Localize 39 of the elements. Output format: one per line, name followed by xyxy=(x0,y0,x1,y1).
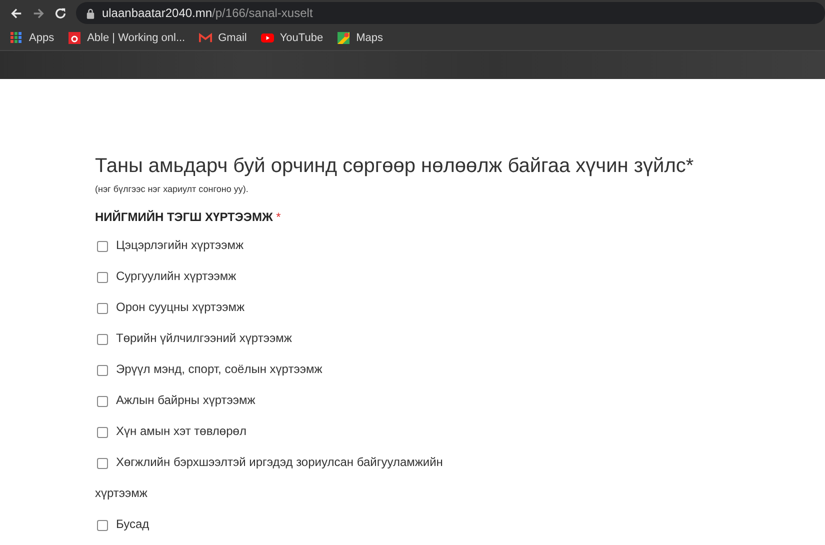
group-label: НИЙГМИЙН ТЭГШ ХҮРТЭЭМЖ xyxy=(95,210,273,224)
bookmark[interactable]: Able | Working onl... xyxy=(68,32,186,44)
option-label[interactable]: Хөгжлийн бэрхшээлтэй иргэдэд зориулсан байгууламжийн хүртээмж xyxy=(95,447,485,509)
checkbox[interactable] xyxy=(97,365,108,376)
checkbox[interactable] xyxy=(97,334,108,345)
bookmark[interactable]: YouTube xyxy=(260,32,324,44)
url-host: ulaanbaatar2040.mn xyxy=(102,6,212,20)
option-label[interactable]: Хүн амын хэт төвлөрөл xyxy=(95,416,485,447)
back-icon[interactable] xyxy=(10,6,23,20)
forward-icon[interactable] xyxy=(32,6,45,20)
checkbox[interactable] xyxy=(97,241,108,252)
checkbox[interactable] xyxy=(97,396,108,407)
option-label[interactable]: Бусад xyxy=(95,509,485,540)
map-icon xyxy=(337,32,350,44)
option-label[interactable]: Цэцэрлэгийн хүртээмж xyxy=(95,230,485,261)
lock-icon xyxy=(86,8,95,18)
bookmark[interactable]: Apps xyxy=(10,32,54,44)
checkbox[interactable] xyxy=(97,272,108,283)
checkbox[interactable] xyxy=(97,520,108,531)
letter-tile-icon xyxy=(68,32,82,44)
reload-icon[interactable] xyxy=(54,6,67,20)
checkbox[interactable] xyxy=(97,458,108,469)
question-title: Таны амьдарч буй орчинд сөргөөр нөлөөлж байгаа хүчин зүйлс* xyxy=(95,155,695,178)
option-label[interactable]: Төрийн үйлчилгээний хүртээмж xyxy=(95,323,485,354)
question-hint: (нэг бүлгээс нэг хариулт сонгоно уу). xyxy=(95,184,250,194)
play-icon xyxy=(260,32,274,44)
address-bar[interactable]: ulaanbaatar2040.mn/p/166/sanal-xuselt xyxy=(76,2,825,24)
bookmark[interactable]: Maps xyxy=(337,32,383,44)
url-path: /p/166/sanal-xuselt xyxy=(212,6,313,20)
checkbox[interactable] xyxy=(97,303,108,314)
checkbox[interactable] xyxy=(97,427,108,438)
option-label[interactable]: Эрүүл мэнд, спорт, соёлын хүртээмж xyxy=(95,354,485,385)
bookmark[interactable]: Gmail xyxy=(199,32,247,44)
option-label[interactable]: Орон сууцны хүртээмж xyxy=(95,292,485,323)
option-label[interactable]: Сургуулийн хүртээмж xyxy=(95,261,485,292)
option-label[interactable]: Ажлын байрны хүртээмж xyxy=(95,385,485,416)
required-mark: * xyxy=(276,210,281,224)
envelope-icon xyxy=(199,32,212,44)
grid-icon xyxy=(10,32,23,44)
